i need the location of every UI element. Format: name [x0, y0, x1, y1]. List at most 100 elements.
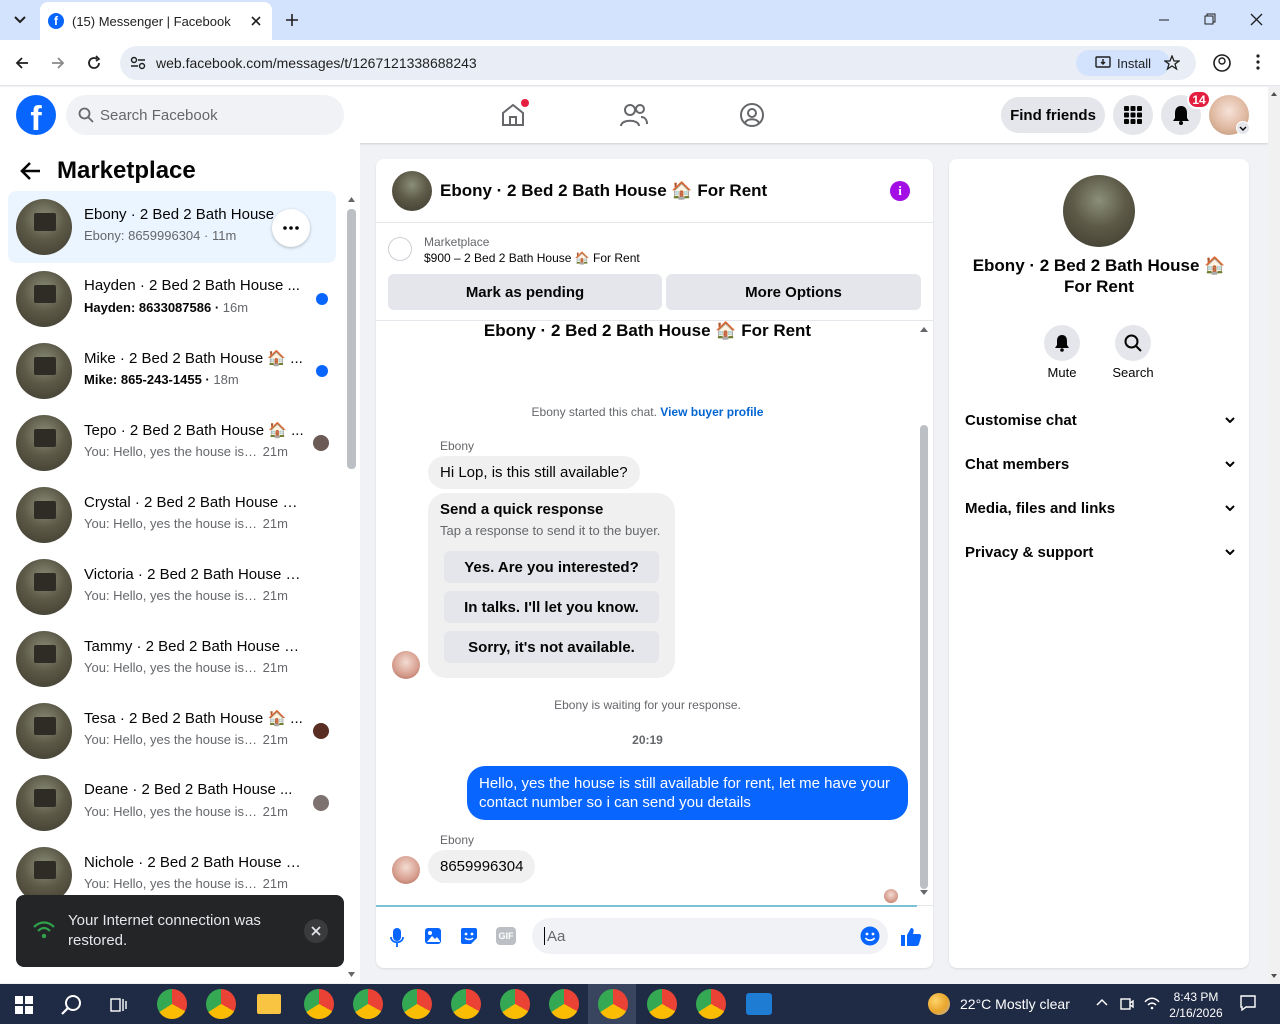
scrollbar-thumb[interactable] [347, 209, 356, 469]
info-icon[interactable]: i [890, 181, 910, 201]
chrome-icon[interactable] [451, 989, 481, 1019]
address-bar[interactable]: web.facebook.com/messages/t/126712133868… [120, 46, 1196, 80]
conversation-item[interactable]: Tepo · 2 Bed 2 Bath House 🏠 ... You: Hel… [8, 407, 336, 479]
account-chevron-icon[interactable] [1236, 121, 1250, 135]
chrome-icon[interactable] [304, 989, 334, 1019]
friends-icon[interactable] [620, 102, 648, 128]
system-clock[interactable]: 8:43 PM 2/16/2026 [1166, 989, 1226, 1021]
sticker-icon[interactable] [460, 927, 478, 945]
chrome-icon[interactable] [353, 989, 383, 1019]
conversation-item[interactable]: Hayden · 2 Bed 2 Bath House ... Hayden: … [8, 263, 336, 335]
microphone-icon[interactable] [390, 928, 404, 948]
conversation-item[interactable]: Mike · 2 Bed 2 Bath House 🏠 ... Mike: 86… [8, 335, 336, 407]
conversation-list-scrollbar[interactable] [347, 195, 356, 985]
show-hidden-icons-chevron-icon[interactable] [1096, 998, 1108, 1006]
meet-now-icon[interactable] [1120, 996, 1134, 1012]
message-scrollbar-thumb[interactable] [920, 425, 928, 889]
message-scrollbar[interactable] [919, 325, 929, 897]
clock-time: 8:43 PM [1173, 990, 1219, 1004]
chevron-down-icon [1225, 549, 1235, 555]
close-toast-icon[interactable] [304, 919, 328, 943]
back-icon[interactable] [14, 55, 30, 71]
chrome-icon[interactable] [500, 989, 530, 1019]
quick-reply-yes-button[interactable]: Yes. Are you interested? [444, 551, 659, 583]
quick-reply-unavailable-button[interactable]: Sorry, it's not available. [444, 631, 659, 663]
site-settings-icon[interactable] [130, 56, 146, 70]
facebook-logo-icon[interactable]: f [16, 95, 56, 135]
conversation-preview: Mike: 865-243-1455 [84, 372, 202, 387]
groups-icon[interactable] [739, 102, 765, 128]
emoji-icon[interactable] [860, 926, 880, 946]
listing-thumbnail [388, 237, 412, 261]
media-files-links-item[interactable]: Media, files and links [965, 486, 1235, 530]
more-options-button[interactable]: More Options [666, 274, 921, 310]
conversation-item[interactable]: Tammy · 2 Bed 2 Bath House 🏠 ... You: He… [8, 623, 336, 695]
reload-icon[interactable] [86, 55, 102, 71]
conversation-time: 16m [222, 300, 249, 315]
chrome-icon[interactable] [598, 989, 628, 1019]
conversation-time: 21m [262, 660, 288, 675]
search-label[interactable]: Search [1103, 365, 1163, 380]
home-icon[interactable] [500, 99, 529, 128]
message-input[interactable]: Aa [532, 918, 888, 954]
install-app-button[interactable]: Install [1076, 50, 1170, 76]
conversation-time: 21m [262, 876, 288, 891]
new-tab-icon[interactable] [284, 12, 300, 28]
conversation-time: 21m [262, 516, 288, 531]
facebook-favicon-icon: f [48, 13, 64, 29]
chat-title[interactable]: Ebony · 2 Bed 2 Bath House 🏠 For Rent [440, 181, 767, 201]
privacy-support-item[interactable]: Privacy & support [965, 530, 1235, 574]
photo-attach-icon[interactable] [424, 927, 442, 945]
notification-center-icon[interactable] [1240, 995, 1256, 1011]
close-tab-icon[interactable] [248, 13, 264, 29]
tab-search-dropdown-icon[interactable] [8, 8, 32, 32]
gif-icon[interactable]: GIF [496, 927, 516, 945]
chrome-icon[interactable] [549, 989, 579, 1019]
conversation-item[interactable]: Crystal · 2 Bed 2 Bath House 🏠 ... You: … [8, 479, 336, 551]
mute-bell-icon[interactable] [1044, 325, 1080, 361]
video-app-icon[interactable] [746, 993, 772, 1015]
weather-icon[interactable] [928, 993, 950, 1015]
mute-label[interactable]: Mute [1032, 365, 1092, 380]
chrome-icon[interactable] [402, 989, 432, 1019]
conversation-item[interactable]: Ebony · 2 Bed 2 Bath House 🏠 ... Ebony: … [8, 191, 336, 263]
facebook-search-input[interactable]: Search Facebook [66, 95, 344, 135]
conversation-name: Victoria · 2 Bed 2 Bath House 🏠... [84, 566, 304, 583]
minimize-icon[interactable] [1158, 14, 1170, 26]
view-buyer-profile-link[interactable]: View buyer profile [660, 405, 763, 419]
like-thumbs-up-icon[interactable] [900, 927, 922, 947]
quick-reply-talks-button[interactable]: In talks. I'll let you know. [444, 591, 659, 623]
customise-chat-item[interactable]: Customise chat [965, 398, 1235, 442]
mark-as-pending-button[interactable]: Mark as pending [388, 274, 662, 310]
profile-avatar[interactable] [1063, 175, 1135, 247]
toast-message: Your Internet connection was restored. [68, 912, 261, 949]
task-view-icon[interactable] [110, 996, 128, 1014]
browser-menu-icon[interactable] [1256, 54, 1260, 70]
chat-members-item[interactable]: Chat members [965, 442, 1235, 486]
page-scrollbar[interactable] [1268, 87, 1280, 984]
restore-icon[interactable] [1204, 13, 1216, 25]
network-icon[interactable] [1144, 996, 1160, 1010]
chrome-icon[interactable] [647, 989, 677, 1019]
search-chat-icon[interactable] [1115, 325, 1151, 361]
conversation-item[interactable]: Deane · 2 Bed 2 Bath House ... You: Hell… [8, 767, 336, 839]
bookmark-star-icon[interactable] [1164, 55, 1180, 71]
taskbar-search-icon[interactable] [61, 994, 83, 1016]
find-friends-button[interactable]: Find friends [1001, 97, 1105, 133]
file-explorer-icon[interactable] [257, 994, 281, 1014]
more-options-icon[interactable] [272, 209, 310, 247]
chrome-icon[interactable] [206, 989, 236, 1019]
chat-avatar[interactable] [392, 171, 432, 211]
chrome-icon[interactable] [157, 989, 187, 1019]
profile-icon[interactable] [1213, 54, 1231, 72]
back-arrow-icon[interactable] [20, 161, 42, 181]
weather-text[interactable]: 22°C Mostly clear [960, 996, 1070, 1012]
forward-icon[interactable] [50, 55, 66, 71]
conversation-item[interactable]: Tesa · 2 Bed 2 Bath House 🏠 ... You: Hel… [8, 695, 336, 767]
windows-start-icon[interactable] [15, 996, 33, 1014]
conversation-item[interactable]: Victoria · 2 Bed 2 Bath House 🏠... You: … [8, 551, 336, 623]
menu-grid-icon[interactable] [1113, 95, 1153, 135]
close-window-icon[interactable] [1250, 13, 1263, 26]
chrome-icon[interactable] [696, 989, 726, 1019]
browser-tab[interactable]: f (15) Messenger | Facebook [40, 2, 272, 40]
